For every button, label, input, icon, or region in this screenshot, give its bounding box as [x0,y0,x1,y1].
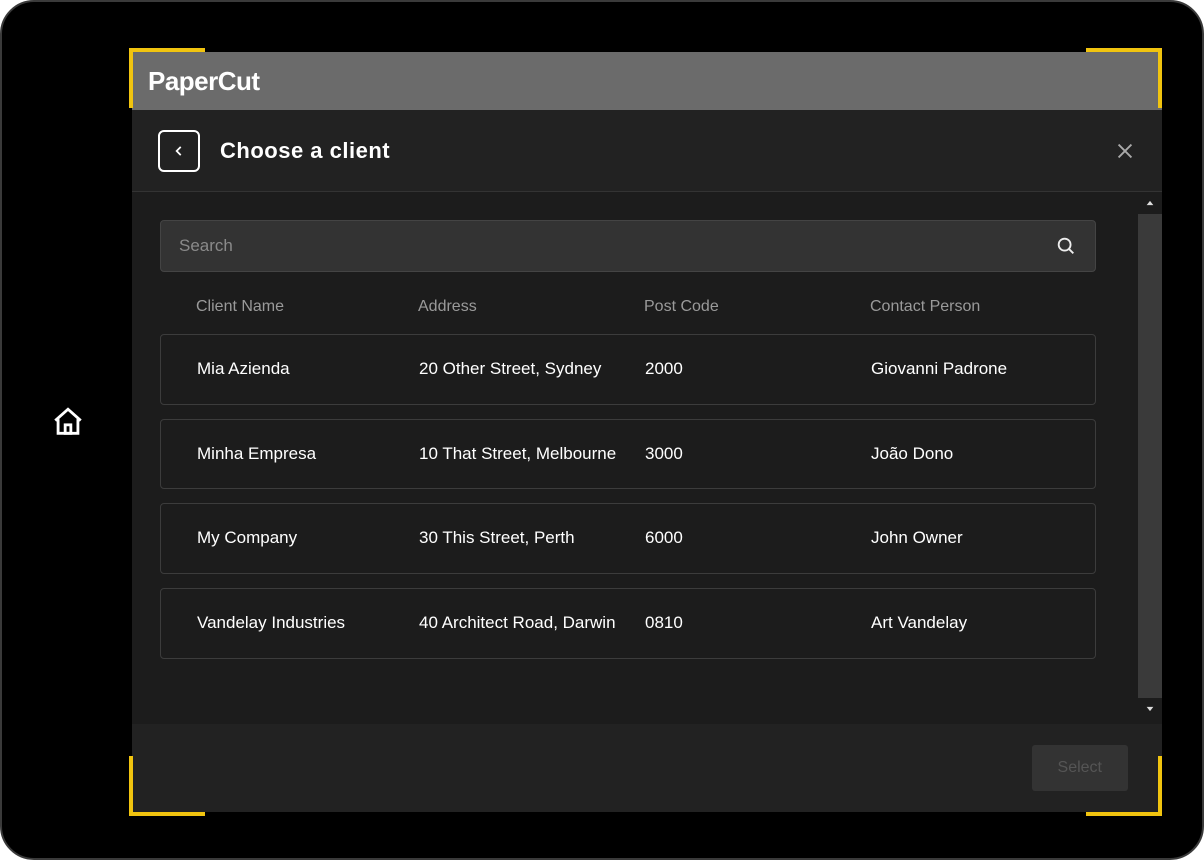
cell-postcode: 3000 [645,442,871,467]
search-input[interactable] [179,236,1055,256]
cell-client-name: Mia Azienda [197,357,419,382]
back-button[interactable] [158,130,200,172]
col-client-name: Client Name [196,298,418,316]
home-button[interactable] [48,402,88,442]
cell-postcode: 0810 [645,611,871,636]
table-row[interactable]: My Company 30 This Street, Perth 6000 Jo… [160,503,1096,574]
scrollbar[interactable] [1138,192,1162,720]
col-address: Address [418,298,644,316]
modal-title: Choose a client [220,138,390,164]
scroll-down-button[interactable] [1138,698,1162,720]
modal-content: Client Name Address Post Code Contact Pe… [132,192,1162,724]
table-row[interactable]: Vandelay Industries 40 Architect Road, D… [160,588,1096,659]
cell-contact: John Owner [871,526,1059,551]
modal-header: Choose a client [132,110,1162,192]
scroll-up-button[interactable] [1138,192,1162,214]
cell-client-name: My Company [197,526,419,551]
chevron-left-icon [172,144,186,158]
table-header: Client Name Address Post Code Contact Pe… [160,292,1096,334]
home-icon [51,405,85,439]
table-row[interactable]: Minha Empresa 10 That Street, Melbourne … [160,419,1096,490]
cell-postcode: 2000 [645,357,871,382]
table-row[interactable]: Mia Azienda 20 Other Street, Sydney 2000… [160,334,1096,405]
cell-address: 20 Other Street, Sydney [419,357,645,382]
col-postcode: Post Code [644,298,870,316]
app-viewport: PaperCut Choose a client [132,52,1162,812]
app-title: PaperCut [148,66,260,97]
search-field[interactable] [160,220,1096,272]
close-button[interactable] [1110,136,1140,166]
col-contact: Contact Person [870,298,1060,316]
cell-contact: João Dono [871,442,1059,467]
cell-postcode: 6000 [645,526,871,551]
close-icon [1114,140,1136,162]
cell-client-name: Vandelay Industries [197,611,419,636]
cell-address: 40 Architect Road, Darwin [419,611,645,636]
chevron-up-icon [1145,198,1155,208]
cell-client-name: Minha Empresa [197,442,419,467]
cell-contact: Art Vandelay [871,611,1059,636]
modal-footer: Select [132,724,1162,812]
cell-address: 10 That Street, Melbourne [419,442,645,467]
chevron-down-icon [1145,704,1155,714]
cell-contact: Giovanni Padrone [871,357,1059,382]
client-table: Client Name Address Post Code Contact Pe… [160,292,1096,659]
search-icon [1055,235,1077,257]
select-button[interactable]: Select [1032,745,1128,791]
app-header: PaperCut [132,52,1162,110]
cell-address: 30 This Street, Perth [419,526,645,551]
device-frame: PaperCut Choose a client [0,0,1204,860]
